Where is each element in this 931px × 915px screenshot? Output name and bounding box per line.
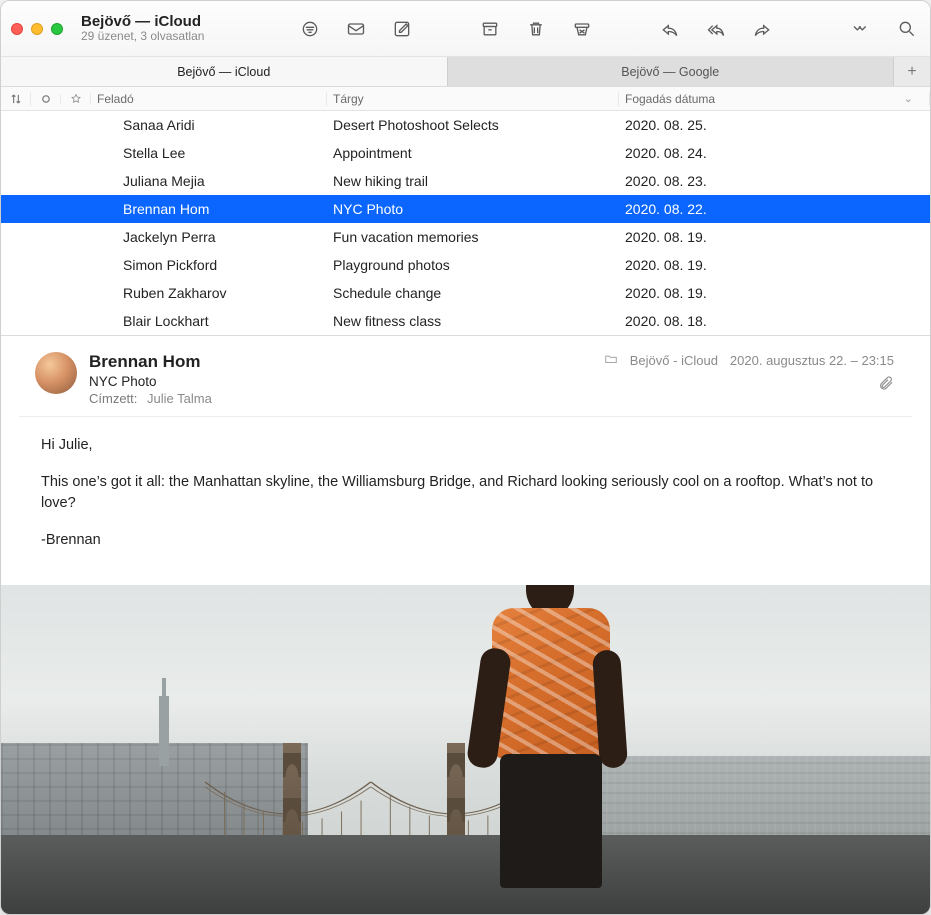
window-controls (11, 23, 63, 35)
to-label: Címzett: (89, 391, 137, 406)
reply-all-icon[interactable] (703, 18, 729, 40)
message-row[interactable]: Ruben ZakharovSchedule change2020. 08. 1… (1, 279, 930, 307)
more-icon[interactable] (846, 18, 872, 40)
row-from: Simon Pickford (91, 257, 327, 273)
row-from: Juliana Mejia (91, 173, 327, 189)
archive-icon[interactable] (477, 18, 503, 40)
minimize-window-button[interactable] (31, 23, 43, 35)
attachment-icon[interactable] (878, 375, 894, 394)
to-name: Julie Talma (147, 391, 212, 406)
column-date-label: Fogadás dátuma (625, 92, 715, 106)
row-from: Stella Lee (91, 145, 327, 161)
message-list: Sanaa AridiDesert Photoshoot Selects2020… (1, 111, 930, 336)
avatar (35, 352, 77, 394)
row-from: Blair Lockhart (91, 313, 327, 329)
message-row[interactable]: Juliana MejiaNew hiking trail2020. 08. 2… (1, 167, 930, 195)
row-from: Brennan Hom (91, 201, 327, 217)
row-date: 2020. 08. 24. (619, 145, 930, 161)
body-paragraph: -Brennan (41, 530, 902, 551)
reply-icon[interactable] (657, 18, 683, 40)
preview-recipient: Címzett: Julie Talma (89, 391, 212, 406)
row-from: Sanaa Aridi (91, 117, 327, 133)
message-row[interactable]: Brennan HomNYC Photo2020. 08. 22. (1, 195, 930, 223)
row-from: Ruben Zakharov (91, 285, 327, 301)
row-date: 2020. 08. 25. (619, 117, 930, 133)
row-subject: Fun vacation memories (327, 229, 619, 245)
row-from: Jackelyn Perra (91, 229, 327, 245)
forward-icon[interactable] (749, 18, 775, 40)
body-paragraph: Hi Julie, (41, 435, 902, 456)
tab-inbox-google[interactable]: Bejövő — Google (448, 57, 895, 86)
row-date: 2020. 08. 18. (619, 313, 930, 329)
row-subject: New fitness class (327, 313, 619, 329)
message-preview-header: Brennan Hom NYC Photo Címzett: Julie Tal… (19, 340, 912, 417)
toolbar (297, 18, 775, 40)
flag-column-icon[interactable] (61, 93, 91, 105)
row-date: 2020. 08. 19. (619, 257, 930, 273)
tab-inbox-icloud[interactable]: Bejövő — iCloud (1, 57, 448, 86)
message-row[interactable]: Sanaa AridiDesert Photoshoot Selects2020… (1, 111, 930, 139)
window-title-block: Bejövő — iCloud 29 üzenet, 3 olvasatlan (81, 13, 251, 44)
fullscreen-window-button[interactable] (51, 23, 63, 35)
delete-icon[interactable] (523, 18, 549, 40)
row-date: 2020. 08. 23. (619, 173, 930, 189)
message-body: Hi Julie, This one’s got it all: the Man… (1, 417, 930, 585)
row-subject: Appointment (327, 145, 619, 161)
row-subject: New hiking trail (327, 173, 619, 189)
titlebar: Bejövő — iCloud 29 üzenet, 3 olvasatlan (1, 1, 930, 57)
preview-sender: Brennan Hom (89, 352, 212, 372)
new-tab-button[interactable]: + (894, 57, 930, 86)
mail-window: Bejövő — iCloud 29 üzenet, 3 olvasatlan (0, 0, 931, 915)
get-mail-icon[interactable] (343, 18, 369, 40)
filter-icon[interactable] (297, 18, 323, 40)
search-icon[interactable] (894, 18, 920, 40)
row-date: 2020. 08. 19. (619, 229, 930, 245)
window-subtitle: 29 üzenet, 3 olvasatlan (81, 30, 251, 44)
tab-bar: Bejövő — iCloud Bejövő — Google + (1, 57, 930, 87)
column-from[interactable]: Feladó (91, 92, 327, 106)
message-list-header: Feladó Tárgy Fogadás dátuma ⌄ (1, 87, 930, 111)
close-window-button[interactable] (11, 23, 23, 35)
row-subject: Desert Photoshoot Selects (327, 117, 619, 133)
preview-timestamp: 2020. augusztus 22. – 23:15 (730, 353, 894, 368)
row-subject: Schedule change (327, 285, 619, 301)
junk-icon[interactable] (569, 18, 595, 40)
message-row[interactable]: Blair LockhartNew fitness class2020. 08.… (1, 307, 930, 335)
column-date[interactable]: Fogadás dátuma ⌄ (619, 92, 930, 106)
row-subject: Playground photos (327, 257, 619, 273)
preview-subject: NYC Photo (89, 374, 212, 389)
attachment-image[interactable] (1, 585, 930, 914)
row-date: 2020. 08. 22. (619, 201, 930, 217)
preview-folder: Bejövő - iCloud (630, 353, 718, 368)
chevron-down-icon: ⌄ (904, 92, 913, 105)
column-subject[interactable]: Tárgy (327, 92, 619, 106)
compose-icon[interactable] (389, 18, 415, 40)
message-row[interactable]: Simon PickfordPlayground photos2020. 08.… (1, 251, 930, 279)
window-title: Bejövő — iCloud (81, 13, 251, 30)
message-row[interactable]: Stella LeeAppointment2020. 08. 24. (1, 139, 930, 167)
row-date: 2020. 08. 19. (619, 285, 930, 301)
unread-column-icon[interactable] (31, 94, 61, 104)
body-paragraph: This one’s got it all: the Manhattan sky… (41, 472, 902, 514)
folder-icon (604, 352, 618, 369)
message-row[interactable]: Jackelyn PerraFun vacation memories2020.… (1, 223, 930, 251)
row-subject: NYC Photo (327, 201, 619, 217)
sort-toggle-icon[interactable] (1, 92, 31, 106)
